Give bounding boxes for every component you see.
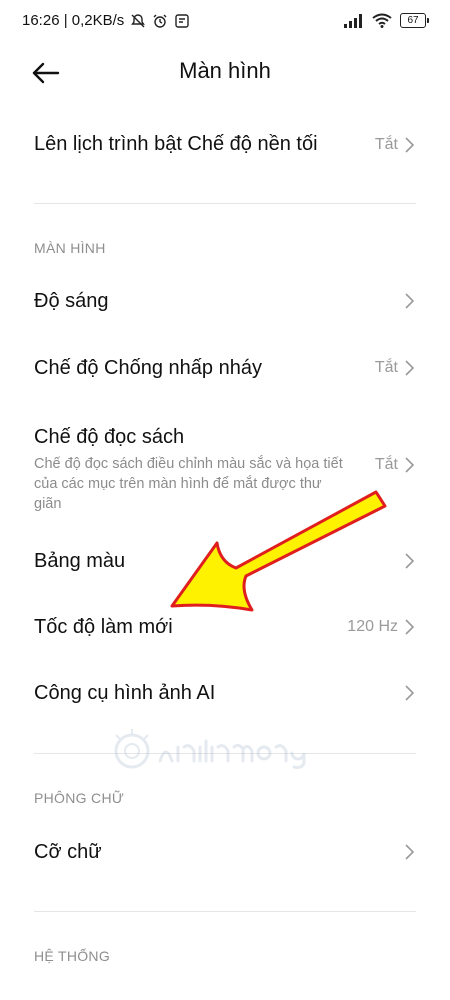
chevron-right-icon <box>405 685 415 701</box>
refresh-rate-title: Tốc độ làm mới <box>34 616 173 638</box>
chevron-right-icon <box>405 553 415 569</box>
chevron-right-icon <box>405 360 415 376</box>
divider <box>34 911 416 912</box>
notification-icon <box>175 13 190 28</box>
font-size-right <box>402 843 416 861</box>
ai-image-tools-row[interactable]: Công cụ hình ảnh AI <box>0 662 450 726</box>
dark-mode-schedule-row[interactable]: Lên lịch trình bật Chế độ nền tối Tắt <box>0 112 450 182</box>
dark-mode-schedule-title: Lên lịch trình bật Chế độ nền tối <box>34 133 318 155</box>
divider <box>34 753 416 754</box>
reading-mode-value: Tắt <box>374 456 398 473</box>
alarm-icon <box>153 14 167 28</box>
ai-image-tools-right <box>402 684 416 702</box>
reading-mode-title: Chế độ đọc sách <box>34 426 185 448</box>
divider <box>34 203 416 204</box>
reading-mode-row[interactable]: Chế độ đọc sách Chế độ đọc sách điều chỉ… <box>0 410 450 520</box>
brightness-title: Độ sáng <box>34 290 109 312</box>
reading-mode-description: Chế độ đọc sách điều chỉnh màu sắc và họ… <box>34 456 343 512</box>
reading-mode-right: Tắt <box>375 456 416 474</box>
page-title: Màn hình <box>179 58 271 83</box>
anti-flicker-right: Tắt <box>375 359 416 377</box>
settings-screen: 16:26 | 0,2KB/s 67 Màn hình Lên lịch trì… <box>0 0 450 1000</box>
color-palette-row[interactable]: Bảng màu <box>0 530 450 594</box>
anti-flicker-value: Tắt <box>374 359 398 376</box>
dark-mode-schedule-right: Tắt <box>375 136 416 154</box>
refresh-rate-value: 120 Hz <box>347 618 398 635</box>
refresh-rate-right: 120 Hz <box>347 618 416 636</box>
signal-icon <box>344 13 362 28</box>
anti-flicker-title: Chế độ Chống nhấp nháy <box>34 357 262 379</box>
header: Màn hình <box>0 44 450 100</box>
battery-icon: 67 <box>400 13 429 28</box>
status-right: 67 <box>344 13 429 28</box>
wifi-icon <box>372 13 392 28</box>
font-size-row[interactable]: Cỡ chữ <box>0 820 450 884</box>
chevron-right-icon <box>405 137 415 153</box>
font-size-title: Cỡ chữ <box>34 841 102 863</box>
section-header-display: MÀN HÌNH <box>34 240 106 256</box>
chevron-right-icon <box>405 619 415 635</box>
section-header-font: PHÔNG CHỮ <box>34 790 125 806</box>
status-bar: 16:26 | 0,2KB/s 67 <box>0 0 450 44</box>
status-left: 16:26 | 0,2KB/s <box>22 12 190 29</box>
anti-flicker-row[interactable]: Chế độ Chống nhấp nháy Tắt <box>0 336 450 400</box>
watermark-logo-icon <box>114 729 306 769</box>
ai-image-tools-title: Công cụ hình ảnh AI <box>34 682 216 704</box>
dark-mode-schedule-value: Tắt <box>374 136 398 153</box>
status-time: 16:26 | 0,2KB/s <box>22 12 125 29</box>
brightness-right <box>402 292 416 310</box>
chevron-right-icon <box>405 457 415 473</box>
chevron-right-icon <box>405 293 415 309</box>
section-header-system: HỆ THỐNG <box>34 948 111 964</box>
brightness-row[interactable]: Độ sáng <box>0 270 450 334</box>
chevron-right-icon <box>405 844 415 860</box>
color-palette-right <box>402 552 416 570</box>
color-palette-title: Bảng màu <box>34 550 126 572</box>
refresh-rate-row[interactable]: Tốc độ làm mới 120 Hz <box>0 596 450 660</box>
mute-icon <box>131 13 146 27</box>
